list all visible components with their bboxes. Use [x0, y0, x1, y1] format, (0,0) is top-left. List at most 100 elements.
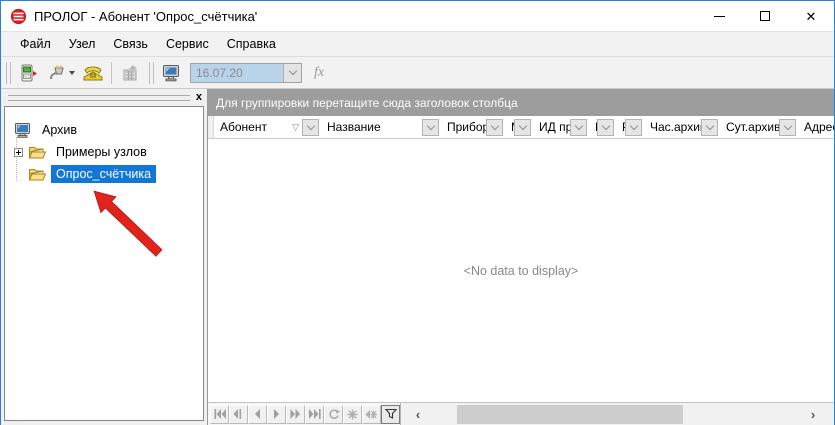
chevron-down-icon	[518, 121, 526, 129]
nav-insert-button	[343, 405, 362, 424]
filter-dropdown-button[interactable]	[570, 119, 587, 136]
nav-last-button[interactable]	[305, 405, 324, 424]
nav-prior-button[interactable]	[248, 405, 267, 424]
tree-item-label: Примеры узлов	[51, 143, 152, 161]
connection-button[interactable]	[43, 60, 79, 86]
computer-button[interactable]	[158, 60, 186, 86]
folder-icon	[28, 144, 47, 161]
app-logo-icon	[10, 8, 27, 25]
chevron-down-icon	[574, 121, 582, 129]
maximize-button[interactable]	[742, 1, 788, 31]
column-header-abonent[interactable]: Абонент ▽	[214, 116, 321, 138]
date-dropdown-button[interactable]	[283, 64, 301, 82]
filter-dropdown-button[interactable]	[625, 119, 642, 136]
close-icon: ✕	[806, 10, 817, 23]
toolbar-separator	[111, 62, 112, 84]
filter-dropdown-button[interactable]	[514, 119, 531, 136]
prior-page-icon	[233, 409, 244, 419]
column-header-r2[interactable]: Р'	[616, 116, 644, 138]
tree-panel: x Архив	[1, 89, 208, 425]
chevron-down-icon	[601, 121, 609, 129]
insert-asterisk-icon	[347, 409, 358, 420]
toolbar: 16.07.20 fx	[1, 56, 834, 89]
date-value: 16.07.20	[191, 66, 283, 80]
window-title: ПРОЛОГ - Абонент 'Опрос_счётчика'	[34, 9, 257, 24]
column-header-id-pri[interactable]: ИД при	[533, 116, 589, 138]
close-button[interactable]: ✕	[788, 1, 834, 31]
nav-next-button[interactable]	[267, 405, 286, 424]
column-header-r1[interactable]: Р	[589, 116, 616, 138]
dial-button[interactable]	[79, 60, 107, 86]
prior-record-icon	[254, 409, 261, 419]
minimize-icon	[714, 16, 725, 17]
menu-node[interactable]: Узел	[60, 34, 105, 54]
nav-filter-button[interactable]	[381, 405, 400, 424]
scroll-left-icon[interactable]: ‹	[401, 407, 435, 422]
node-tree: Архив Примеры узлов	[4, 106, 204, 421]
filter-funnel-icon	[385, 408, 397, 420]
scroll-right-icon[interactable]: ›	[796, 407, 830, 422]
chevron-down-icon	[426, 121, 434, 129]
tree-item-archive[interactable]: Архив	[5, 119, 203, 141]
horizontal-scrollbar[interactable]: ‹ ›	[400, 403, 834, 425]
nav-next-page-button[interactable]	[286, 405, 305, 424]
minimize-button[interactable]	[696, 1, 742, 31]
chevron-down-icon	[783, 121, 791, 129]
group-by-box[interactable]: Для группировки перетащите сюда заголово…	[208, 89, 834, 116]
no-data-message: <No data to display>	[464, 264, 579, 278]
menu-service[interactable]: Сервис	[157, 34, 218, 54]
expand-plus-icon[interactable]	[14, 148, 23, 157]
poll-meter-button[interactable]	[15, 60, 43, 86]
menu-help[interactable]: Справка	[218, 34, 285, 54]
scrollbar-thumb[interactable]	[457, 405, 683, 424]
column-header-nazvanie[interactable]: Название	[321, 116, 441, 138]
nav-first-button[interactable]	[210, 405, 229, 424]
tree-item-poll-counter[interactable]: Опрос_счётчика	[5, 163, 203, 185]
fx-icon: fx	[314, 65, 324, 80]
meter-device-icon	[19, 63, 39, 83]
grid-panel: Для группировки перетащите сюда заголово…	[208, 89, 834, 425]
date-field[interactable]: 16.07.20	[190, 63, 302, 83]
tree-item-label: Архив	[37, 121, 82, 139]
column-header-hour-archives[interactable]: Час.архивы	[644, 116, 720, 138]
next-page-icon	[290, 409, 301, 419]
fx-button: fx	[306, 65, 332, 81]
filter-dropdown-button[interactable]	[302, 119, 319, 136]
column-header-day-archives[interactable]: Сут.архив	[720, 116, 798, 138]
next-record-icon	[273, 409, 280, 419]
maximize-icon	[760, 11, 770, 21]
grid-navigator: ‹ ›	[208, 402, 834, 425]
filter-dropdown-button[interactable]	[597, 119, 614, 136]
nav-prior-page-button[interactable]	[229, 405, 248, 424]
column-header-m[interactable]: М	[505, 116, 533, 138]
plug-icon	[47, 63, 67, 83]
grid-header-row: Абонент ▽ Название Прибор М ИД при	[208, 116, 834, 139]
folder-icon	[28, 166, 47, 183]
filter-dropdown-button[interactable]	[779, 119, 796, 136]
sort-descending-icon: ▽	[292, 122, 299, 133]
connection-dropdown-icon[interactable]	[69, 71, 75, 75]
filter-dropdown-button[interactable]	[422, 119, 439, 136]
chevron-down-icon	[629, 121, 637, 129]
tree-item-examples[interactable]: Примеры узлов	[5, 141, 203, 163]
menu-link[interactable]: Связь	[104, 34, 157, 54]
column-header-pribor[interactable]: Прибор	[441, 116, 505, 138]
chevron-down-icon	[705, 121, 713, 129]
menu-bar: Файл Узел Связь Сервис Справка	[1, 31, 834, 56]
filter-dropdown-button[interactable]	[486, 119, 503, 136]
menu-file[interactable]: Файл	[11, 34, 60, 54]
main-area: x Архив	[1, 89, 834, 425]
panel-grip[interactable]	[8, 95, 190, 101]
panel-close-button[interactable]: x	[196, 92, 202, 103]
toolbar-grip-2	[149, 62, 154, 84]
report-button	[116, 60, 144, 86]
first-record-icon	[214, 409, 226, 419]
nav-refresh-button	[324, 405, 343, 424]
filter-dropdown-button[interactable]	[701, 119, 718, 136]
chevron-down-icon	[288, 67, 296, 75]
grid-body: <No data to display>	[208, 139, 834, 402]
tree-panel-header: x	[4, 91, 204, 104]
column-header-adres[interactable]: Адрес	[798, 116, 834, 138]
nav-cancel-edit-button	[362, 405, 381, 424]
app-window: ПРОЛОГ - Абонент 'Опрос_счётчика' ✕ Файл…	[0, 0, 835, 425]
